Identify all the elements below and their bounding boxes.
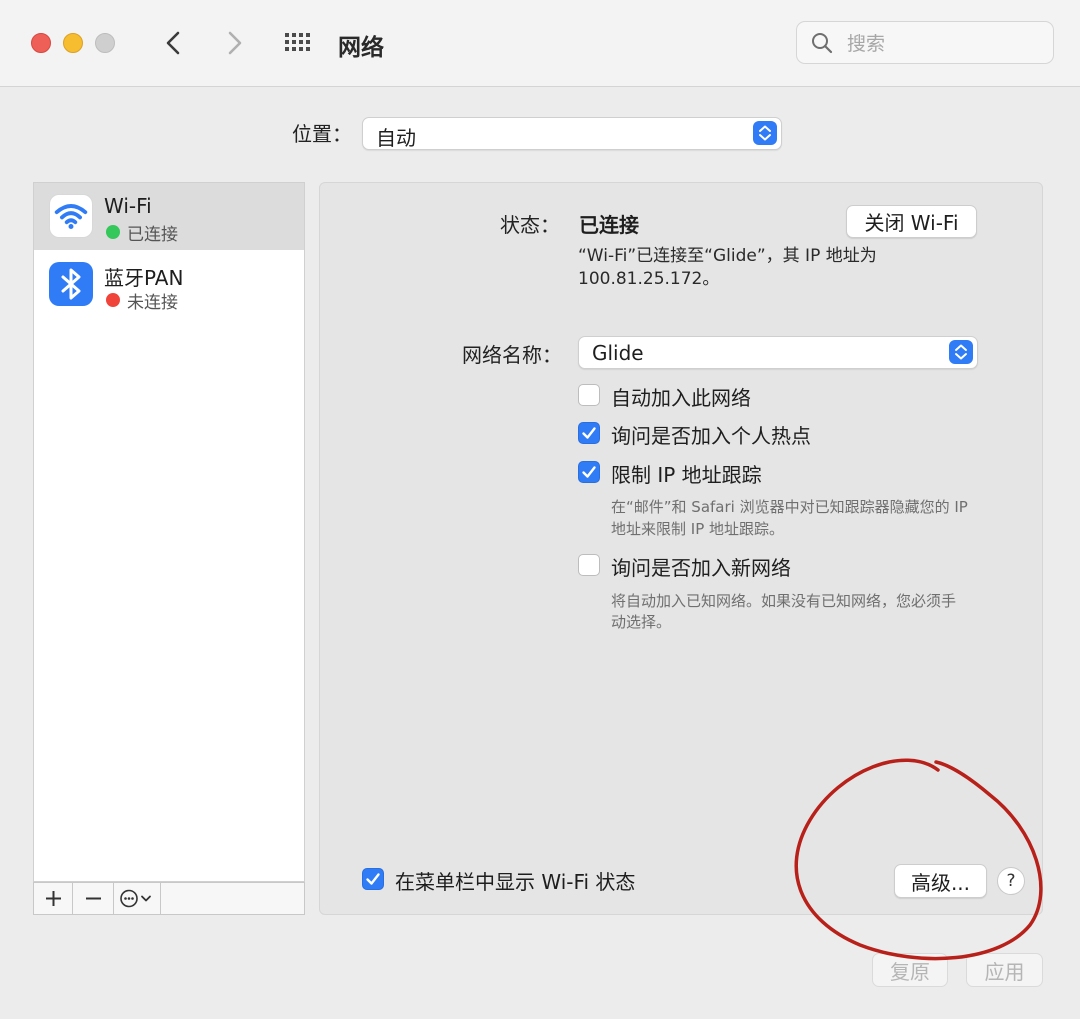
- minus-icon: [86, 897, 101, 900]
- remove-service-button[interactable]: [73, 883, 114, 914]
- location-select[interactable]: 自动: [362, 117, 782, 150]
- wifi-settings-panel: [319, 182, 1043, 915]
- show-all-button[interactable]: [282, 26, 316, 60]
- zoom-window-button[interactable]: [95, 33, 115, 53]
- ask-new-network-checkbox[interactable]: [578, 554, 600, 576]
- service-actions-menu-button[interactable]: [114, 883, 161, 914]
- location-value: 自动: [376, 126, 416, 150]
- new-network-note-line1: 将自动加入已知网络。如果没有已知网络，您必须手: [611, 592, 957, 610]
- grid-icon: [285, 33, 310, 51]
- title-bar: 网络: [0, 0, 1080, 87]
- checkmark-icon: [582, 427, 596, 439]
- service-list: Wi-Fi 已连接 蓝牙PAN 未连接: [33, 182, 305, 882]
- location-label: 位置：: [292, 122, 352, 146]
- updown-chevron-icon: [759, 125, 771, 141]
- auto-join-checkbox[interactable]: [578, 384, 600, 406]
- service-status: 已连接: [127, 225, 178, 245]
- limit-ip-tracking-label: 限制 IP 地址跟踪: [611, 463, 762, 487]
- help-button[interactable]: ?: [997, 867, 1025, 895]
- status-note-line1: “Wi-Fi”已连接至“Glide”，其 IP 地址为: [578, 246, 877, 266]
- network-select-stepper: [949, 340, 973, 364]
- auto-join-label: 自动加入此网络: [611, 386, 751, 410]
- chevron-right-icon: [228, 31, 242, 55]
- plus-icon: [46, 891, 61, 906]
- add-service-button[interactable]: [34, 883, 73, 914]
- bluetooth-icon: [49, 262, 93, 306]
- new-network-note-line2: 动选择。: [611, 613, 672, 631]
- advanced-button[interactable]: 高级...: [894, 864, 987, 898]
- service-name: 蓝牙PAN: [104, 266, 184, 290]
- status-label: 状态：: [500, 213, 560, 237]
- network-name-select[interactable]: Glide: [578, 336, 978, 369]
- location-select-stepper: [753, 121, 777, 145]
- search-input[interactable]: [845, 30, 1044, 58]
- show-wifi-in-menubar-label: 在菜单栏中显示 Wi-Fi 状态: [395, 870, 636, 894]
- close-window-button[interactable]: [31, 33, 51, 53]
- updown-chevron-icon: [955, 344, 967, 360]
- service-item-wifi[interactable]: Wi-Fi 已连接: [34, 183, 304, 250]
- more-actions-icon: [120, 889, 151, 908]
- ask-new-network-label: 询问是否加入新网络: [611, 556, 791, 580]
- service-item-bluetooth-pan[interactable]: 蓝牙PAN 未连接: [34, 251, 304, 318]
- ask-hotspot-label: 询问是否加入个人热点: [611, 424, 811, 448]
- limit-ip-tracking-checkbox[interactable]: [578, 461, 600, 483]
- checkmark-icon: [582, 466, 596, 478]
- forward-button[interactable]: [217, 26, 251, 60]
- turn-off-wifi-button[interactable]: 关闭 Wi-Fi: [846, 205, 977, 238]
- checkmark-icon: [366, 873, 380, 885]
- wifi-icon: [49, 194, 93, 238]
- status-dot: [106, 225, 120, 239]
- search-icon: [812, 33, 833, 54]
- status-value: 已连接: [579, 213, 639, 237]
- network-name-label: 网络名称：: [462, 343, 562, 367]
- window-title: 网络: [338, 35, 384, 61]
- minimize-window-button[interactable]: [63, 33, 83, 53]
- status-note-line2: 100.81.25.172。: [578, 269, 720, 289]
- revert-button[interactable]: 复原: [872, 953, 948, 987]
- show-wifi-in-menubar-checkbox[interactable]: [362, 868, 384, 890]
- network-name-value: Glide: [592, 341, 644, 365]
- chevron-left-icon: [166, 31, 180, 55]
- apply-button[interactable]: 应用: [966, 953, 1043, 987]
- ask-hotspot-checkbox[interactable]: [578, 422, 600, 444]
- service-status: 未连接: [127, 293, 178, 313]
- back-button[interactable]: [157, 26, 191, 60]
- limit-ip-note-line2: 地址来限制 IP 地址跟踪。: [611, 520, 785, 538]
- status-dot: [106, 293, 120, 307]
- service-list-toolbar: [33, 882, 305, 915]
- search-field[interactable]: [796, 21, 1054, 64]
- limit-ip-note-line1: 在“邮件”和 Safari 浏览器中对已知跟踪器隐藏您的 IP: [611, 498, 968, 516]
- service-name: Wi-Fi: [104, 194, 152, 218]
